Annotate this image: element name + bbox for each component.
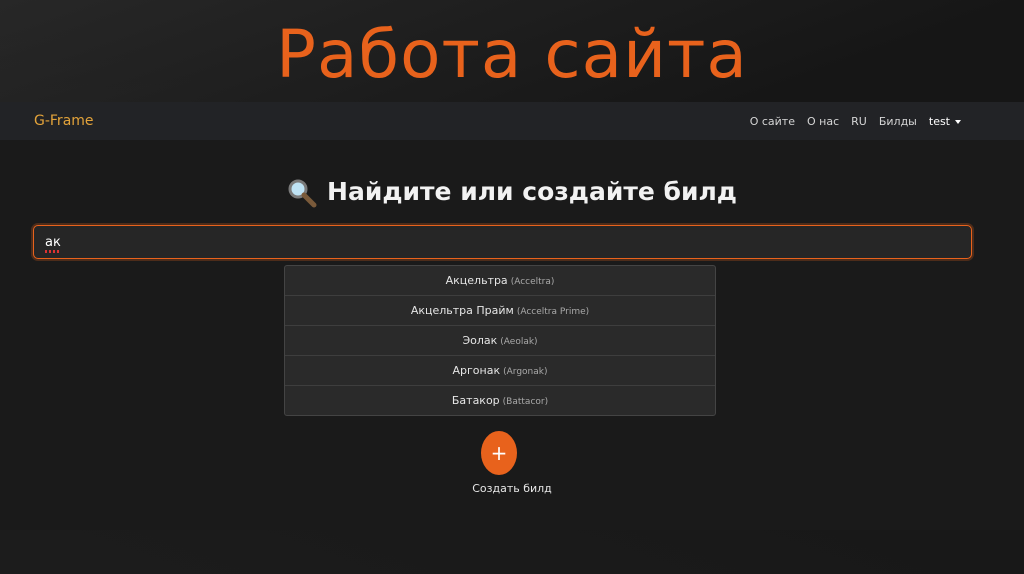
caret-down-icon	[955, 119, 961, 124]
suggestion-item-acceltra-prime[interactable]: Акцельтра Прайм (Acceltra Prime)	[285, 296, 715, 326]
spellcheck-underline	[45, 250, 59, 253]
user-name: test	[928, 114, 950, 128]
search-input[interactable]	[33, 225, 972, 259]
magnifier-icon	[288, 179, 317, 208]
suggestion-name: Эолак	[462, 334, 498, 347]
suggestion-item-argonak[interactable]: Аргонак (Argonak)	[285, 356, 715, 386]
language-switch[interactable]: RU	[851, 115, 867, 128]
suggestion-item-aeolak[interactable]: Эолак (Aeolak)	[285, 326, 715, 356]
create-build-button[interactable]: +	[481, 431, 517, 475]
nav-links: О сайте О нас RU Билды test	[750, 102, 961, 140]
suggestion-original-name: (Acceltra)	[510, 277, 555, 287]
suggestion-original-name: (Acceltra Prime)	[516, 307, 590, 317]
suggestion-name: Аргонак	[452, 364, 501, 377]
page-heading-text: Найдите или создайте билд	[327, 177, 737, 206]
suggestion-item-acceltra[interactable]: Акцельтра (Acceltra)	[285, 266, 715, 296]
create-build-label[interactable]: Создать билд	[0, 482, 1024, 495]
page-heading: Найдите или создайте билд	[0, 172, 1024, 212]
suggestion-original-name: (Battacor)	[502, 397, 549, 407]
suggestion-original-name: (Argonak)	[503, 367, 548, 377]
suggestion-name: Акцельтра Прайм	[410, 304, 514, 317]
brand-link[interactable]: G-Frame	[34, 102, 94, 140]
slide-title: Работа сайта	[276, 16, 748, 93]
nav-link-builds[interactable]: Билды	[879, 115, 917, 128]
suggestion-list: Акцельтра (Acceltra) Акцельтра Прайм (Acce…	[284, 265, 716, 416]
suggestion-original-name: (Aeolak)	[500, 337, 538, 347]
suggestion-name: Батакор	[451, 394, 500, 407]
nav-link-about-site[interactable]: О сайте	[750, 115, 795, 128]
suggestion-item-battacor[interactable]: Батакор (Battacor)	[285, 386, 715, 415]
user-menu[interactable]: test	[929, 115, 961, 128]
navbar: G-Frame О сайте О нас RU Билды test	[0, 102, 1024, 140]
suggestion-name: Акцельтра	[445, 274, 508, 287]
nav-link-about-us[interactable]: О нас	[807, 115, 839, 128]
